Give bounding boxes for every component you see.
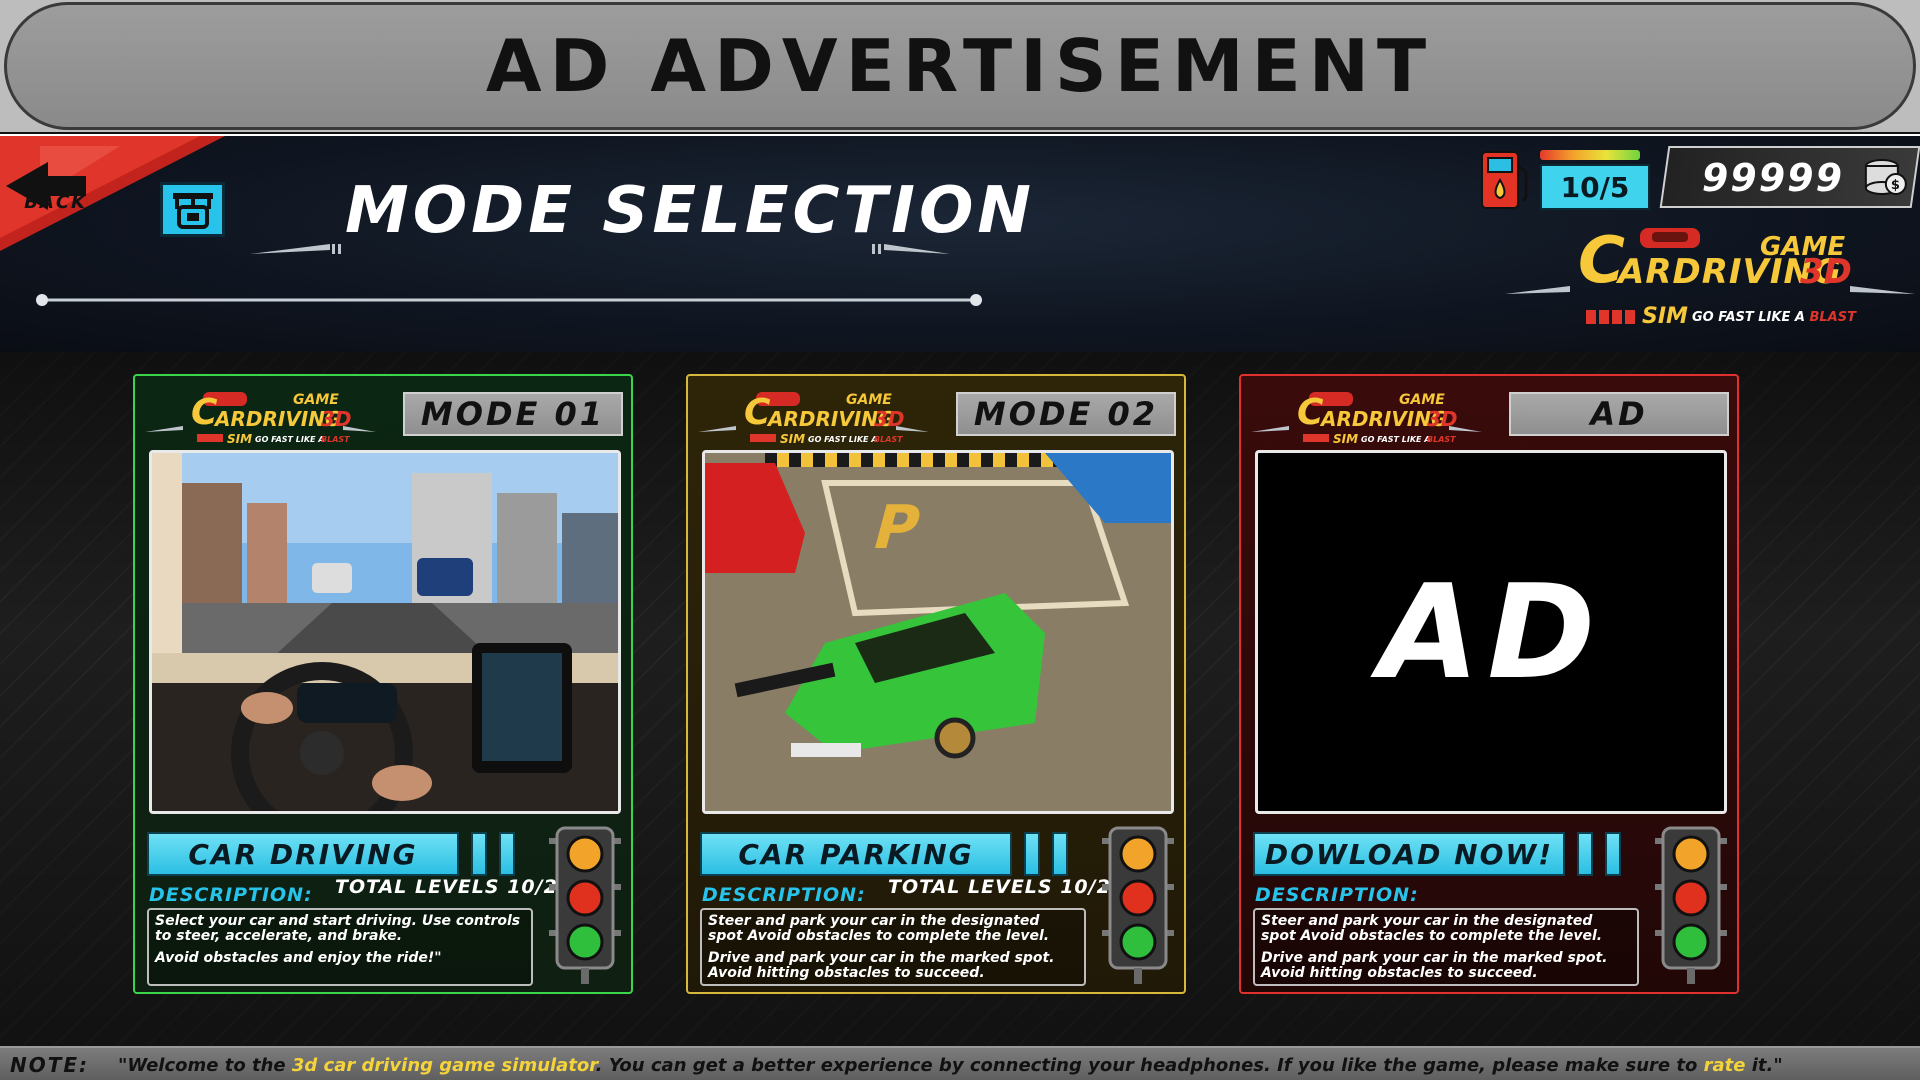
rate-link[interactable]: rate [1704,1055,1746,1076]
mode-card-car-parking[interactable]: C ARDRIVING 3D GAME SIM GO FAST LIKE A B… [686,374,1186,994]
button-decoration [471,832,523,876]
traffic-light-icon [1098,826,1178,986]
mode-badge: AD [1509,392,1729,436]
description-line: Drive and park your car in the marked sp… [708,950,1055,981]
svg-text:GAME: GAME [1399,392,1445,408]
ad-card[interactable]: C ARDRIVING 3D GAME SIM GO FAST LIKE A B… [1239,374,1739,994]
brand-tagline: GO FAST LIKE A BLAST [1692,310,1856,325]
svg-text:SIM: SIM [1333,432,1358,446]
traffic-light-icon [1651,826,1731,986]
description-box: Steer and park your car in the designate… [1253,908,1639,986]
description-line: Avoid obstacles and enjoy the ride!" [155,950,442,966]
ad-placeholder-text: AD [1378,556,1604,708]
svg-text:SIM: SIM [780,432,805,446]
button-decoration [1577,832,1629,876]
card-brand-logo: C ARDRIVING 3D GAME SIM GO FAST LIKE A B… [143,382,378,454]
traffic-light-icon [545,826,625,986]
fuel-level-bar [1540,150,1640,160]
mode-badge: MODE 01 [403,392,623,436]
svg-text:C: C [744,392,771,433]
svg-text:C: C [191,392,218,433]
svg-text:GO FAST LIKE A: GO FAST LIKE A [255,435,325,444]
note-bar: NOTE: "Welcome to the 3d car driving gam… [0,1046,1920,1080]
car-driving-preview-image [149,450,621,814]
svg-text:$: $ [1891,178,1900,193]
brand-3d-text: 3D [1800,252,1852,292]
brand-logo: GAME C ARDRIVING 3D SIM GO FAST LIKE A B… [1500,224,1920,334]
svg-text:3D: 3D [321,407,352,431]
description-label: DESCRIPTION: [149,884,313,906]
coins-widget: 99999 $ [1659,146,1920,208]
mode-list: C ARDRIVING 3D GAME SIM GO FAST LIKE A B… [0,352,1920,1046]
brand-stripes [1586,310,1638,324]
total-levels: TOTAL LEVELS 10/2 [888,876,1111,898]
svg-text:3D: 3D [1427,407,1458,431]
svg-text:3D: 3D [874,407,905,431]
coins-value: 99999 [1701,156,1845,200]
ad-placeholder[interactable]: AD [1255,450,1727,814]
fuel-pump-icon [1481,151,1528,209]
brand-sim-text: SIM [1642,304,1688,329]
total-levels: TOTAL LEVELS 10/2 [335,876,558,898]
car-parking-button[interactable]: CAR PARKING [700,832,1012,876]
note-label: NOTE: [10,1053,90,1077]
svg-text:GO FAST LIKE A: GO FAST LIKE A [808,435,878,444]
fuel-widget: 10/5 [1478,146,1650,216]
fuel-value: 10/5 [1540,164,1650,210]
svg-text:GAME: GAME [846,392,892,408]
page-title: MODE SELECTION [345,174,1035,248]
download-now-button[interactable]: DOWLOAD NOW! [1253,832,1565,876]
description-box: Select your car and start driving. Use c… [147,908,533,986]
note-highlight-title: 3d car driving game simulator [291,1055,596,1076]
card-brand-logo: C ARDRIVING 3D GAME SIM GO FAST LIKE A B… [696,382,931,454]
svg-text:BLAST: BLAST [321,435,350,444]
description-line: Steer and park your car in the designate… [708,913,1050,944]
svg-text:BLAST: BLAST [874,435,903,444]
description-label: DESCRIPTION: [1255,884,1419,906]
description-label: DESCRIPTION: [702,884,866,906]
svg-text:SIM: SIM [227,432,252,446]
title-underline [36,294,982,306]
card-brand-logo: C ARDRIVING 3D GAME SIM GO FAST LIKE A B… [1249,382,1484,454]
svg-text:C: C [1297,392,1324,433]
note-text: "Welcome to the 3d car driving game simu… [118,1055,1783,1076]
coins-icon: $ [1864,159,1907,195]
description-line: Steer and park your car in the designate… [1261,913,1603,944]
car-driving-button[interactable]: CAR DRIVING [147,832,459,876]
svg-text:BLAST: BLAST [1427,435,1456,444]
description-line: Drive and park your car in the marked sp… [1261,950,1608,981]
ad-banner-title: AD ADVERTISEMENT [485,24,1435,108]
mode-badge: MODE 02 [956,392,1176,436]
svg-text:GO FAST LIKE A: GO FAST LIKE A [1361,435,1431,444]
svg-text:GAME: GAME [293,392,339,408]
mode-card-car-driving[interactable]: C ARDRIVING 3D GAME SIM GO FAST LIKE A B… [133,374,633,994]
ad-banner-frame: AD ADVERTISEMENT [4,2,1916,130]
button-decoration [1024,832,1076,876]
description-box: Steer and park your car in the designate… [700,908,1086,986]
ad-banner[interactable]: AD ADVERTISEMENT [0,0,1920,132]
car-parking-preview-image: P [702,450,1174,814]
description-line: Select your car and start driving. Use c… [155,913,521,944]
header: BACK MODE SELECTION 10/5 99999 $ GAME C … [0,134,1920,352]
